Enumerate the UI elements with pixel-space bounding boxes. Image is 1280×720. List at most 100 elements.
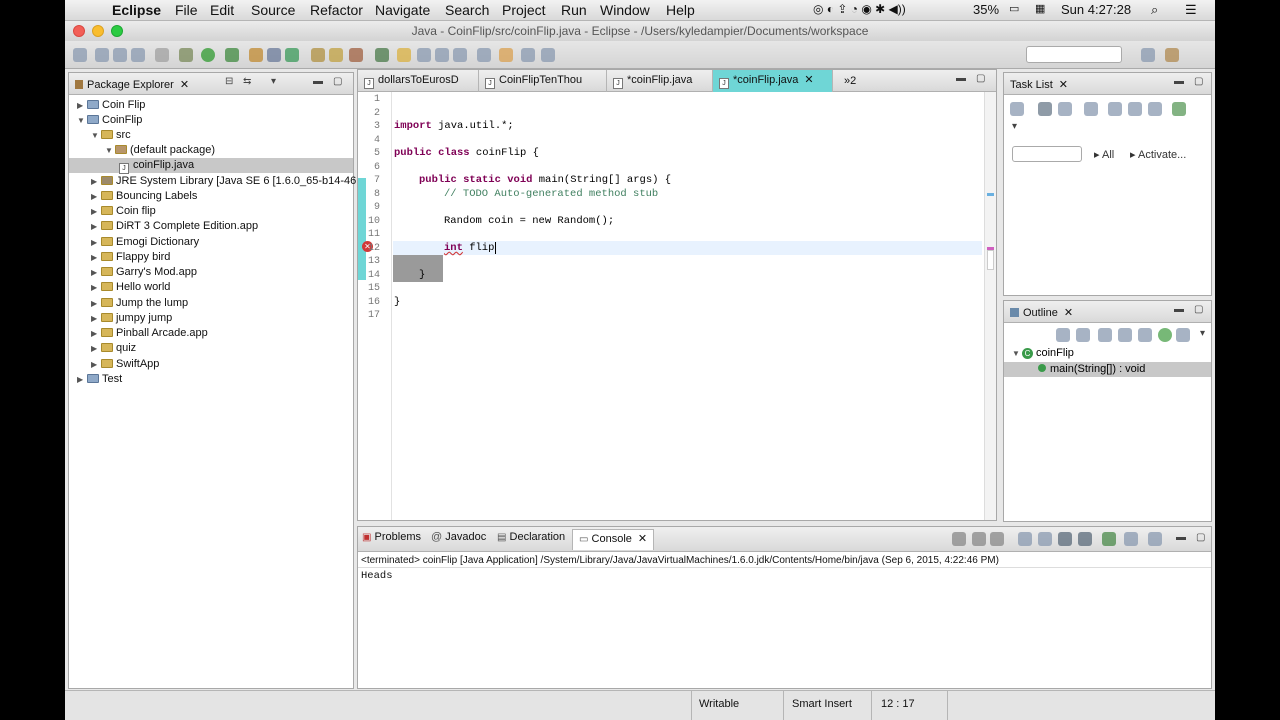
package-explorer-tab[interactable]: Package Explorer ✕ (75, 78, 189, 91)
expand-icon[interactable]: ▶ (91, 235, 101, 250)
minimize-view-icon[interactable]: ▬ (313, 76, 323, 87)
expand-icon[interactable]: ▶ (91, 280, 101, 295)
save-icon[interactable] (95, 48, 109, 62)
expand-icon[interactable]: ▶ (91, 189, 101, 204)
hide-static-icon[interactable] (1118, 328, 1132, 342)
maximize-view-icon[interactable]: ▢ (333, 76, 342, 87)
expand-icon[interactable]: ▶ (91, 296, 101, 311)
activate-link[interactable]: ▸ Activate... (1130, 148, 1186, 161)
menu-project[interactable]: Project (502, 2, 546, 18)
maximize-view-icon[interactable]: ▢ (1194, 304, 1203, 315)
tree-item[interactable]: ▶ jumpy jump (91, 311, 172, 326)
task-repos-icon[interactable] (1172, 102, 1186, 116)
menu-source[interactable]: Source (251, 2, 295, 18)
expand-icon[interactable]: ▶ (91, 174, 101, 189)
outline-method-item[interactable]: main(String[]) : void (1004, 362, 1211, 377)
collapse-icon[interactable]: ▼ (1012, 349, 1022, 358)
remove-launch-icon[interactable] (972, 532, 986, 546)
insert-mode-status[interactable]: Smart Insert (792, 698, 852, 710)
focus-icon[interactable] (1128, 102, 1142, 116)
status-icons[interactable]: ◎ ◐ ⇪ ◔ ◉ ✱ ◀)) (813, 2, 906, 16)
collapse-all-icon[interactable]: ⊟ (225, 76, 233, 87)
collapse-all-icon[interactable] (1084, 102, 1098, 116)
editor-tab[interactable]: J CoinFlipTenThou (479, 70, 607, 92)
toggle-block-icon[interactable] (417, 48, 431, 62)
tree-item[interactable]: ▼ src (91, 128, 131, 143)
tab-javadoc[interactable]: @ Javadoc (431, 531, 486, 543)
tree-item[interactable]: ▶ Hello world (91, 280, 170, 295)
close-icon[interactable]: ✕ (1059, 79, 1068, 91)
toggle-icon[interactable] (155, 48, 169, 62)
last-edit-icon[interactable] (499, 48, 513, 62)
close-icon[interactable]: ✕ (180, 79, 189, 91)
expand-icon[interactable]: ▶ (77, 372, 87, 387)
code-editor[interactable]: ✕ 1 2 3 4 5 6 7 8 9 10 11 12 13 14 15 16… (358, 92, 996, 520)
minimize-window-button[interactable] (92, 25, 104, 37)
menu-search[interactable]: Search (445, 2, 489, 18)
scroll-lock-icon[interactable] (1038, 532, 1052, 546)
menu-file[interactable]: File (175, 2, 198, 18)
expand-icon[interactable]: ▶ (91, 219, 101, 234)
close-icon[interactable]: ✕ (1064, 307, 1073, 319)
tree-item[interactable]: ▶ quiz (91, 341, 136, 356)
tree-item[interactable]: ▶ JRE System Library [Java SE 6 [1.6.0_65… (91, 174, 356, 189)
minimize-view-icon[interactable]: ▬ (956, 73, 966, 84)
menu-window[interactable]: Window (600, 2, 650, 18)
menu-help[interactable]: Help (666, 2, 695, 18)
editor-tab[interactable]: JdollarsToEurosD (358, 70, 479, 92)
tab-declaration[interactable]: ▤ Declaration (497, 531, 565, 543)
show-on-stdout-icon[interactable] (1058, 532, 1072, 546)
categorize-icon[interactable] (1038, 102, 1052, 116)
expand-icon[interactable]: ▶ (91, 265, 101, 280)
expand-icon[interactable]: ▶ (91, 341, 101, 356)
zoom-window-button[interactable] (111, 25, 123, 37)
editor-tab-active[interactable]: J *coinFlip.java ✕ (713, 70, 833, 92)
open-type-icon[interactable] (311, 48, 325, 62)
hide-local-types-icon[interactable] (1158, 328, 1172, 342)
collapse-icon[interactable]: ▼ (91, 128, 101, 143)
view-menu-icon[interactable]: ▾ (271, 76, 276, 87)
show-on-stderr-icon[interactable] (1078, 532, 1092, 546)
tree-item[interactable]: ▶ Garry's Mod.app (91, 265, 197, 280)
link-editor-icon[interactable] (1176, 328, 1190, 342)
tree-item[interactable]: ▶ DiRT 3 Complete Edition.app (91, 219, 258, 234)
close-icon[interactable]: ✕ (804, 74, 813, 86)
outline-class-item[interactable]: ▼ CcoinFlip (1012, 347, 1074, 359)
editor-tab[interactable]: J *coinFlip.java (607, 70, 713, 92)
tab-problems[interactable]: ▣ Problems (362, 531, 421, 543)
clear-console-icon[interactable] (1018, 532, 1032, 546)
scheduled-icon[interactable] (1058, 102, 1072, 116)
scroll-thumb[interactable] (987, 250, 994, 270)
expand-icon[interactable]: ▶ (91, 326, 101, 341)
tree-item[interactable]: ▶ Emogi Dictionary (91, 235, 199, 250)
menu-refactor[interactable]: Refactor (310, 2, 363, 18)
battery-percent[interactable]: 35% (973, 2, 999, 17)
open-console-icon[interactable] (1148, 532, 1162, 546)
run-icon[interactable] (201, 48, 215, 62)
open-perspective-icon[interactable] (1141, 48, 1155, 62)
search-tool-icon[interactable] (349, 48, 363, 62)
java-perspective-icon[interactable] (1165, 48, 1179, 62)
expand-icon[interactable]: ▶ (91, 250, 101, 265)
hide-fields-icon[interactable] (1098, 328, 1112, 342)
menubar-clock[interactable]: Sun 4:27:28 (1061, 2, 1131, 17)
outline-tab[interactable]: Outline ✕ (1010, 306, 1073, 319)
task-list-tab[interactable]: Task List ✕ (1010, 78, 1068, 91)
new-java-project-icon[interactable] (249, 48, 263, 62)
tree-item[interactable]: ▼ CoinFlip (77, 113, 142, 128)
tree-item[interactable]: ▶ Test (77, 372, 122, 387)
view-menu-icon[interactable]: ▾ (1200, 328, 1205, 339)
view-menu-icon[interactable]: ▾ (1012, 121, 1017, 132)
external-tools-icon[interactable] (225, 48, 239, 62)
filter-all-link[interactable]: ▸ All (1094, 148, 1114, 161)
minimize-view-icon[interactable]: ▬ (1174, 304, 1184, 315)
expand-icon[interactable]: ▶ (91, 311, 101, 326)
app-menu[interactable]: Eclipse (112, 2, 161, 18)
next-annotation-icon[interactable] (453, 48, 467, 62)
collapse-icon[interactable]: ▼ (77, 113, 87, 128)
terminate-icon[interactable] (952, 532, 966, 546)
collapse-icon[interactable]: ▼ (105, 143, 115, 158)
show-whitespace-icon[interactable] (435, 48, 449, 62)
tree-item[interactable]: ▶ Bouncing Labels (91, 189, 197, 204)
notification-center-icon[interactable]: ☰ (1185, 2, 1197, 18)
